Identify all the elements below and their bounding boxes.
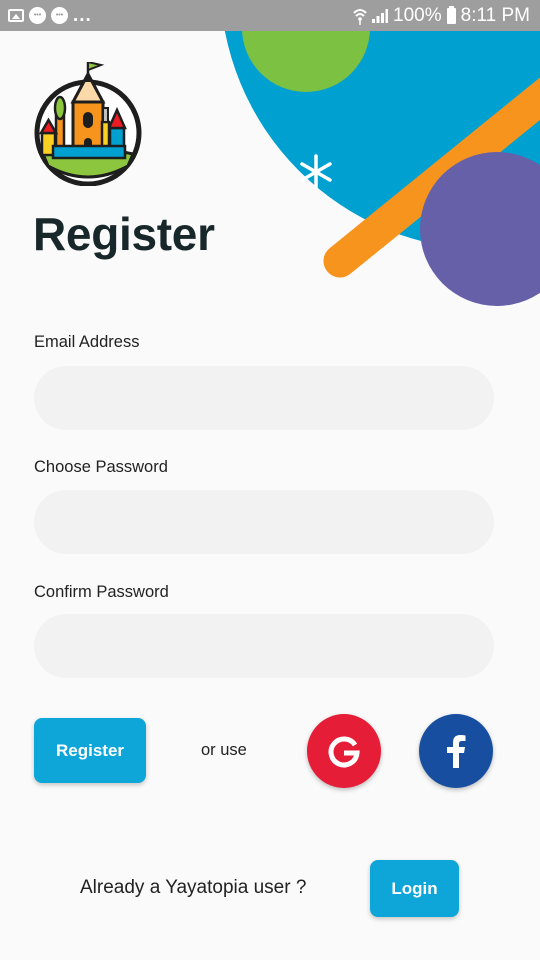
email-field[interactable] <box>34 366 494 430</box>
status-bar-left: ••• ••• ... <box>8 5 92 27</box>
app-logo <box>34 62 142 186</box>
or-use-label: or use <box>201 741 247 759</box>
status-bar: ••• ••• ... 100% 8:11 PM <box>0 0 540 31</box>
login-button[interactable]: Login <box>370 860 459 917</box>
clock: 8:11 PM <box>460 4 530 26</box>
password-label: Choose Password <box>34 458 168 476</box>
wifi-icon <box>353 8 367 25</box>
confirm-password-label: Confirm Password <box>34 583 169 601</box>
google-login-button[interactable] <box>307 714 381 788</box>
email-label: Email Address <box>34 333 140 351</box>
orange-stripe-shape <box>323 77 540 278</box>
battery-icon <box>446 5 456 24</box>
purple-circle-shape <box>420 152 540 306</box>
battery-percent: 100% <box>393 4 442 26</box>
notification-icon: ••• <box>51 7 68 24</box>
sparkle-icon <box>300 154 332 190</box>
signal-icon <box>372 8 389 23</box>
blue-circle-shape <box>220 0 540 250</box>
already-user-prompt: Already a Yayatopia user ? <box>80 877 307 898</box>
google-icon <box>328 736 360 768</box>
overflow-indicator: ... <box>73 4 92 26</box>
password-field[interactable] <box>34 490 494 554</box>
status-bar-right: 100% 8:11 PM <box>353 5 530 27</box>
page-title: Register <box>33 208 215 260</box>
register-button[interactable]: Register <box>34 718 146 783</box>
notification-icon: ••• <box>29 7 46 24</box>
confirm-password-field[interactable] <box>34 614 494 678</box>
facebook-login-button[interactable] <box>419 714 493 788</box>
gallery-icon <box>8 9 24 22</box>
facebook-icon <box>447 735 466 768</box>
